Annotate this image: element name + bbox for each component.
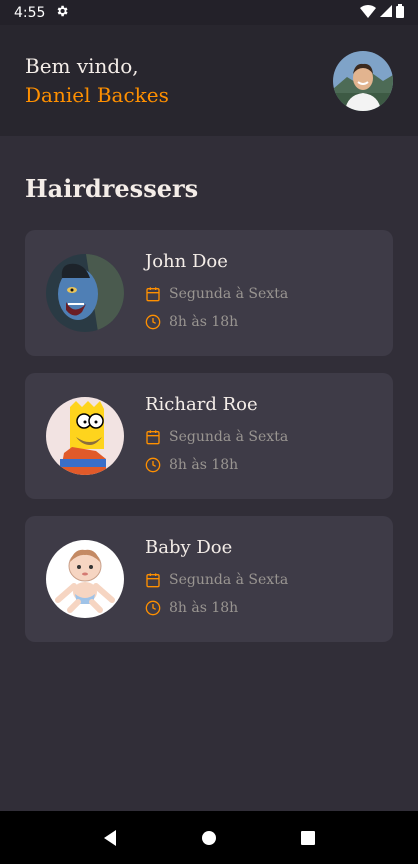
provider-days: Segunda à Sexta	[169, 286, 289, 302]
provider-card-richard-roe[interactable]: Richard Roe Segunda à Sexta 8h às 18h	[25, 373, 393, 499]
system-nav-bar	[0, 811, 418, 864]
provider-avatar	[46, 397, 124, 475]
clock-icon	[145, 600, 161, 616]
hairdressers-list: John Doe Segunda à Sexta 8h às 18h Richa…	[25, 230, 393, 659]
provider-days: Segunda à Sexta	[169, 572, 289, 588]
calendar-icon	[145, 429, 161, 445]
recent-apps-icon[interactable]	[288, 818, 328, 858]
provider-name: Richard Roe	[145, 394, 258, 415]
provider-avatar	[46, 540, 124, 618]
provider-hours: 8h às 18h	[169, 457, 239, 473]
clock-icon	[145, 314, 161, 330]
provider-name: John Doe	[145, 251, 228, 272]
page-title: Hairdressers	[25, 174, 199, 203]
calendar-icon	[145, 286, 161, 302]
provider-hours: 8h às 18h	[169, 314, 239, 330]
greeting-text: Bem vindo,	[25, 53, 139, 78]
provider-card-john-doe[interactable]: John Doe Segunda à Sexta 8h às 18h	[25, 230, 393, 356]
provider-avatar	[46, 254, 124, 332]
back-icon[interactable]	[90, 818, 130, 858]
clock-icon	[145, 457, 161, 473]
status-bar: 4:55	[0, 0, 418, 25]
user-avatar[interactable]	[333, 50, 393, 111]
battery-icon	[396, 3, 404, 22]
provider-days: Segunda à Sexta	[169, 429, 289, 445]
header: Bem vindo, Daniel Backes	[0, 25, 418, 136]
clock: 4:55	[14, 4, 46, 21]
wifi-icon	[360, 4, 376, 22]
home-icon[interactable]	[189, 818, 229, 858]
provider-card-baby-doe[interactable]: Baby Doe Segunda à Sexta 8h às 18h	[25, 516, 393, 642]
provider-hours: 8h às 18h	[169, 600, 239, 616]
calendar-icon	[145, 572, 161, 588]
cell-signal-icon	[380, 4, 392, 21]
user-name[interactable]: Daniel Backes	[25, 80, 169, 110]
app-screen: 4:55 Bem vindo, Daniel Backes Hairdresse…	[0, 0, 418, 864]
provider-name: Baby Doe	[145, 537, 233, 558]
welcome-block: Bem vindo, Daniel Backes	[25, 52, 169, 110]
settings-gear-icon	[55, 4, 69, 22]
